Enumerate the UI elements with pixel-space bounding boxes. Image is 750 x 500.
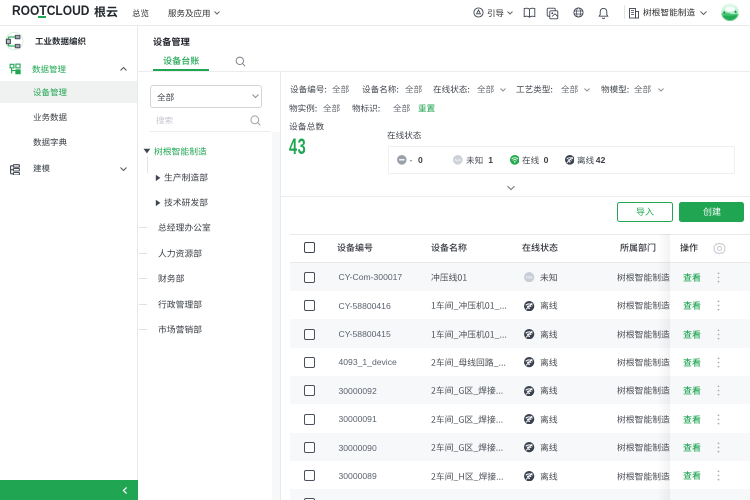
svg-text:N/A: N/A bbox=[526, 275, 533, 280]
svg-text:N/A: N/A bbox=[455, 159, 462, 163]
